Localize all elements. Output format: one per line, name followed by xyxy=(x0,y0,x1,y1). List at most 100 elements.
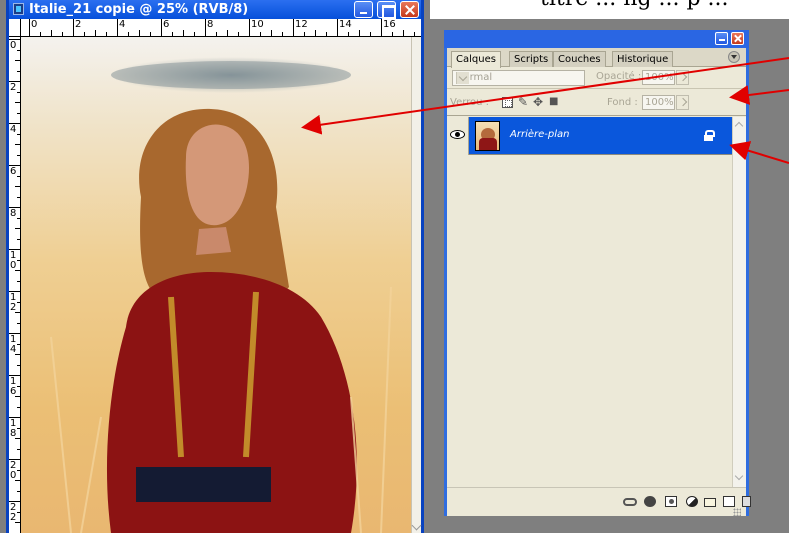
lock-position-move-icon[interactable]: ✥ xyxy=(533,96,543,108)
ruler-tick xyxy=(227,30,228,36)
ruler-number: 2 xyxy=(75,19,82,30)
ruler-tick xyxy=(17,70,20,72)
ruler-tick xyxy=(17,280,20,282)
palette-bottom-toolbar xyxy=(447,487,751,516)
ruler-number: 12 xyxy=(295,19,308,30)
ruler-number: 8 xyxy=(10,208,17,219)
ruler-origin-corner[interactable] xyxy=(9,19,21,37)
scroll-down-arrow-icon[interactable] xyxy=(411,520,422,531)
ruler-number: 2 0 xyxy=(10,460,17,481)
ruler-tick xyxy=(17,343,20,345)
ruler-tick xyxy=(194,32,195,36)
layer-row-background[interactable]: Arrière-plan xyxy=(447,117,732,155)
ruler-tick xyxy=(17,154,20,156)
tab-calques[interactable]: Calques xyxy=(451,51,501,68)
palette-menu-icon[interactable] xyxy=(728,51,740,63)
ruler-tick xyxy=(326,32,327,36)
ruler-tick xyxy=(15,228,20,229)
maximize-button[interactable] xyxy=(377,1,396,19)
ruler-tick xyxy=(403,30,404,36)
palette-minimize-button[interactable] xyxy=(715,32,728,45)
lock-pixels-brush-icon[interactable]: ✎ xyxy=(518,96,528,108)
new-group-folder-icon[interactable] xyxy=(704,498,716,507)
fill-slider-button[interactable] xyxy=(676,95,689,110)
layer-name: Arrière-plan xyxy=(510,129,570,140)
ruler-tick xyxy=(249,19,250,36)
ruler-tick xyxy=(15,144,20,145)
vertical-ruler[interactable]: 0 2 4 6 8 1 0 1 2 1 4 1 6 1 8 2 0 2 2 xyxy=(9,37,21,533)
blend-opacity-row: Normal Opacité : 100% xyxy=(447,67,746,89)
close-button[interactable] xyxy=(400,1,419,18)
ruler-tick xyxy=(304,32,305,36)
ruler-tick xyxy=(17,259,20,261)
tab-scripts[interactable]: Scripts xyxy=(509,51,554,67)
ruler-tick xyxy=(337,19,338,36)
new-layer-icon[interactable] xyxy=(723,496,735,507)
ruler-number: 1 6 xyxy=(10,376,17,397)
eye-icon[interactable] xyxy=(450,130,465,139)
delete-layer-trash-icon[interactable] xyxy=(742,496,751,507)
visibility-toggle[interactable] xyxy=(447,117,469,155)
ruler-tick xyxy=(17,448,20,450)
layers-scrollbar[interactable] xyxy=(732,117,746,487)
ruler-tick xyxy=(17,469,20,471)
ruler-tick xyxy=(370,32,371,36)
scroll-up-arrow-icon[interactable] xyxy=(734,121,744,131)
horizontal-ruler[interactable]: 0 2 4 6 8 10 12 14 16 xyxy=(21,19,421,37)
ruler-number: 0 xyxy=(10,40,17,51)
layer-style-icon[interactable] xyxy=(644,496,656,507)
ruler-number: 1 2 xyxy=(10,292,17,313)
ruler-tick xyxy=(348,32,349,36)
scroll-down-arrow-icon[interactable] xyxy=(734,471,744,481)
tab-couches[interactable]: Couches xyxy=(553,51,606,67)
page-heading-text: titre ... ng ... p ... xyxy=(540,0,729,11)
palette-tabs: Calques Scripts Couches Historique xyxy=(447,48,746,68)
ruler-tick xyxy=(414,32,415,36)
ruler-tick xyxy=(17,238,20,240)
palette-close-button[interactable] xyxy=(731,32,744,45)
document-title-bar[interactable]: Italie_21 copie @ 25% (RVB/8) xyxy=(9,0,421,19)
tab-historique[interactable]: Historique xyxy=(612,51,674,67)
layer-thumbnail xyxy=(475,121,500,151)
resize-grip-icon[interactable] xyxy=(733,508,741,516)
lock-icon xyxy=(703,130,715,141)
blend-mode-select[interactable]: Normal xyxy=(452,70,585,86)
ruler-tick xyxy=(73,19,74,36)
image-canvas[interactable] xyxy=(21,37,411,533)
photo-woman-in-wheat-field xyxy=(50,61,392,533)
ruler-tick xyxy=(17,301,20,303)
ruler-tick xyxy=(17,406,20,408)
ruler-tick xyxy=(62,32,63,36)
ruler-tick xyxy=(17,91,20,93)
ruler-number: 10 xyxy=(251,19,264,30)
ruler-number: 1 0 xyxy=(10,250,17,271)
opacity-slider-button[interactable] xyxy=(676,70,689,85)
ruler-tick xyxy=(315,30,316,36)
ruler-tick xyxy=(17,196,20,198)
ruler-tick xyxy=(17,49,20,51)
ruler-tick xyxy=(117,19,118,36)
adjustment-layer-icon[interactable] xyxy=(686,496,698,507)
chevron-down-icon[interactable] xyxy=(456,72,469,84)
document-vertical-scrollbar[interactable] xyxy=(411,37,422,533)
lock-all-icon[interactable]: ■ xyxy=(549,96,558,108)
lock-transparency-icon[interactable] xyxy=(502,97,513,108)
document-window: Italie_21 copie @ 25% (RVB/8) 0 2 4 6 8 10 12 1… xyxy=(6,0,424,533)
fill-field[interactable]: 100% xyxy=(642,95,675,110)
add-mask-icon[interactable] xyxy=(665,496,677,507)
minimize-button[interactable] xyxy=(354,1,373,18)
ruler-tick xyxy=(161,19,162,36)
ruler-tick xyxy=(282,32,283,36)
ruler-tick xyxy=(17,427,20,429)
palette-title-bar[interactable] xyxy=(444,30,749,48)
page-heading-strip: titre ... ng ... p ... xyxy=(430,0,789,19)
ruler-tick xyxy=(17,322,20,324)
ruler-tick xyxy=(17,133,20,135)
link-layers-icon[interactable] xyxy=(623,498,637,506)
ruler-number: 2 xyxy=(10,82,17,93)
ruler-tick xyxy=(51,30,52,36)
ruler-tick xyxy=(84,32,85,36)
ruler-tick xyxy=(150,32,151,36)
ruler-tick xyxy=(15,186,20,187)
opacity-field[interactable]: 100% xyxy=(642,70,675,85)
